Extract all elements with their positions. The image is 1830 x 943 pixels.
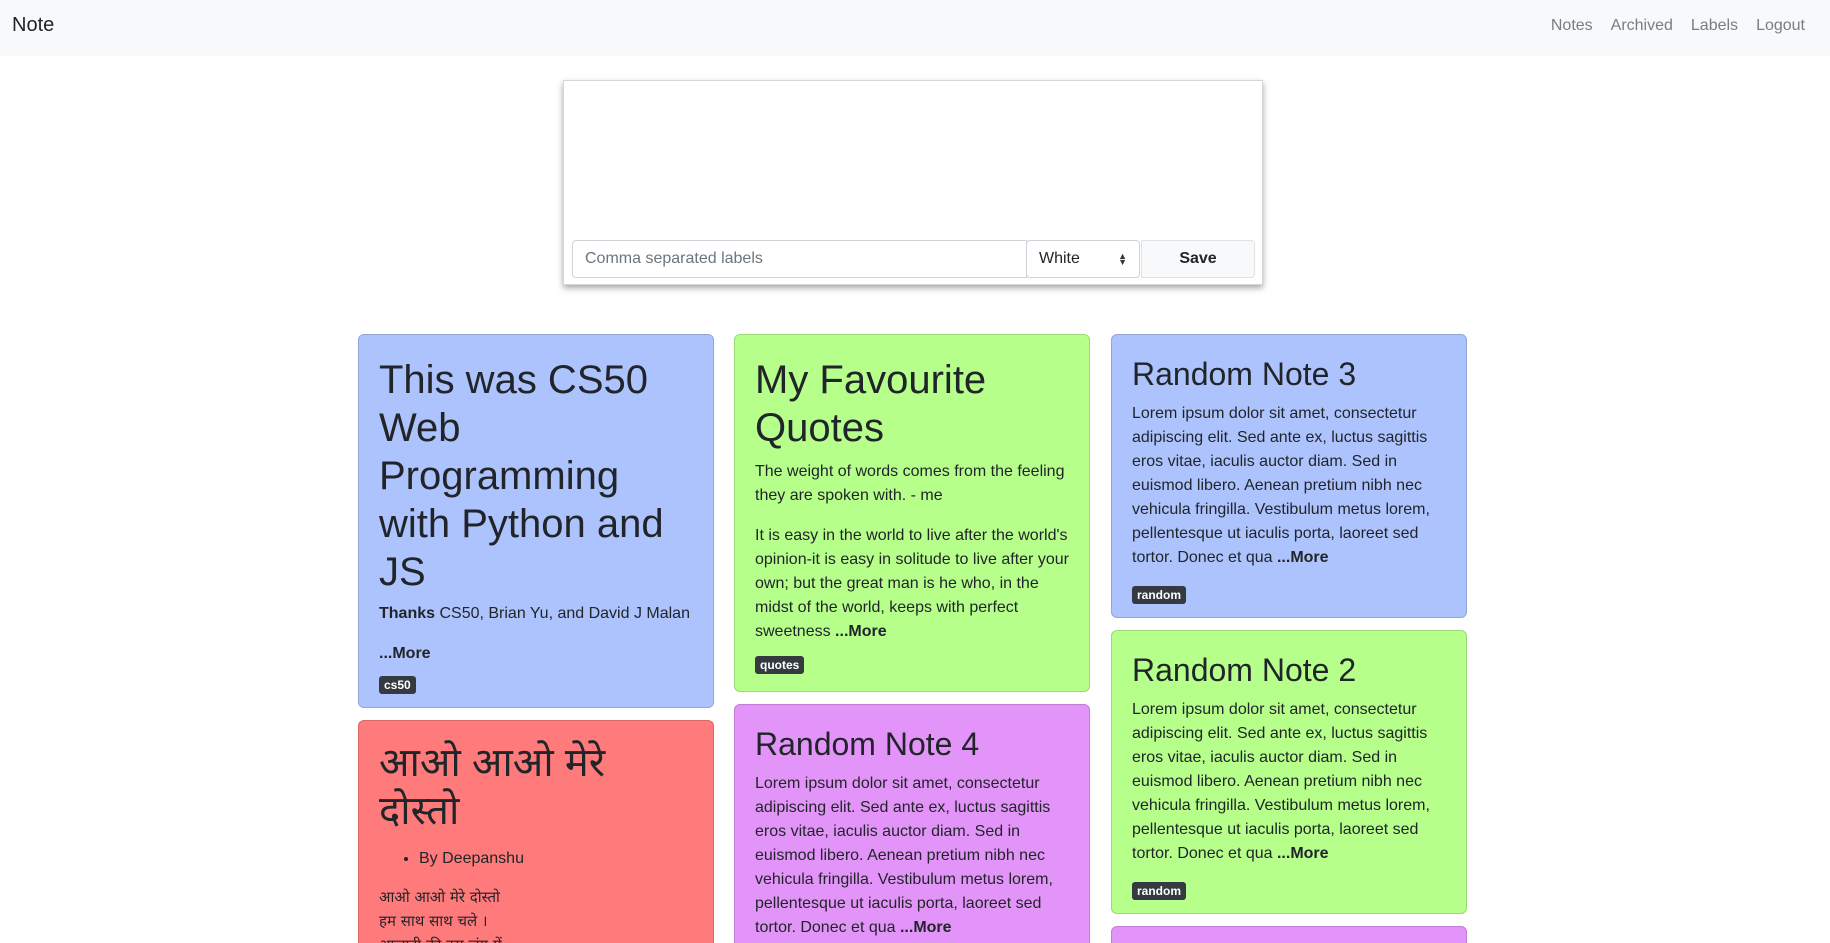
label-badge[interactable]: random <box>1132 882 1187 900</box>
color-select[interactable]: White ▲ ▼ <box>1026 240 1140 278</box>
thanks-bold: Thanks <box>379 605 436 622</box>
note-paragraph: It is easy in the world to live after th… <box>755 524 1069 644</box>
note-card[interactable]: Random Note 2 Lorem ipsum dolor sit amet… <box>1111 630 1467 914</box>
note-title: Random Note 2 <box>1132 652 1357 688</box>
note-title: Random Note 4 <box>755 726 980 762</box>
note-card[interactable]: Random Note 4 Lorem ipsum dolor sit amet… <box>734 704 1090 943</box>
note-title: This was CS50 Web Programming with Pytho… <box>379 358 664 594</box>
poem: आओ आओ मेरे दोस्तो हम साथ साथ चले । आजादी… <box>379 885 693 943</box>
label-badge[interactable]: quotes <box>755 656 805 674</box>
note-body: Lorem ipsum dolor sit amet, consectetur … <box>1132 402 1446 570</box>
thanks-text: CS50, Brian Yu, and David J Malan <box>435 605 690 622</box>
brand-link[interactable]: Note <box>12 14 54 37</box>
save-button[interactable]: Save <box>1141 240 1255 278</box>
labels-placeholder: Comma separated labels <box>585 250 763 267</box>
note-card[interactable]: This was CS50 Web Programming with Pytho… <box>358 334 714 708</box>
labels-input[interactable]: Comma separated labels <box>572 240 1027 278</box>
note-paragraph-text: It is easy in the world to live after th… <box>755 527 1069 640</box>
note-body-text: Lorem ipsum dolor sit amet, consectetur … <box>1132 701 1430 862</box>
list-item: By Deepanshu <box>419 847 693 871</box>
note-body: Lorem ipsum dolor sit amet, consectetur … <box>755 772 1069 940</box>
note-body-text: Lorem ipsum dolor sit amet, consectetur … <box>1132 405 1430 566</box>
more-link[interactable]: ...More <box>1277 845 1329 862</box>
note-card[interactable]: Random Note 3 Lorem ipsum dolor sit amet… <box>1111 334 1467 618</box>
nav-notes[interactable]: Notes <box>1551 17 1593 35</box>
note-card[interactable]: आओ आओ मेरे दोस्तो By Deepanshu आओ आओ मेर… <box>358 720 714 943</box>
navbar: Note Notes Archived Labels Logout <box>0 0 1830 56</box>
nav-labels[interactable]: Labels <box>1691 17 1738 35</box>
more-link[interactable]: ...More <box>900 919 952 936</box>
note-body-text: Lorem ipsum dolor sit amet, consectetur … <box>755 775 1053 936</box>
more-link[interactable]: ...More <box>1277 549 1329 566</box>
note-body: Thanks CS50, Brian Yu, and David J Malan <box>379 602 693 626</box>
note-paragraph: The weight of words comes from the feeli… <box>755 463 1065 504</box>
note-card[interactable] <box>1111 926 1467 943</box>
select-arrows-icon: ▲ ▼ <box>1118 251 1127 267</box>
note-composer: Comma separated labels White ▲ ▼ Save <box>563 80 1263 285</box>
note-card[interactable]: My Favourite Quotes The weight of words … <box>734 334 1090 692</box>
poem-line: हम साथ साथ चले । <box>379 912 488 930</box>
more-link[interactable]: ...More <box>379 642 693 666</box>
note-title: Random Note 3 <box>1132 356 1357 392</box>
poem-line: आओ आओ मेरे दोस्तो <box>379 888 500 906</box>
nav-links: Notes Archived Labels Logout <box>1533 17 1805 35</box>
note-title: My Favourite Quotes <box>755 358 987 450</box>
note-list: By Deepanshu <box>419 847 693 871</box>
nav-archived[interactable]: Archived <box>1611 17 1673 35</box>
more-link[interactable]: ...More <box>835 623 887 640</box>
color-select-value: White <box>1039 250 1080 267</box>
label-badge[interactable]: cs50 <box>379 676 416 694</box>
label-badge[interactable]: random <box>1132 586 1187 604</box>
note-title: आओ आओ मेरे दोस्तो <box>379 741 606 833</box>
note-body: Lorem ipsum dolor sit amet, consectetur … <box>1132 698 1446 866</box>
note-body-input[interactable] <box>572 87 1254 237</box>
poem-line: आजादी की इस जंग में <box>379 933 693 943</box>
nav-logout[interactable]: Logout <box>1756 17 1805 35</box>
